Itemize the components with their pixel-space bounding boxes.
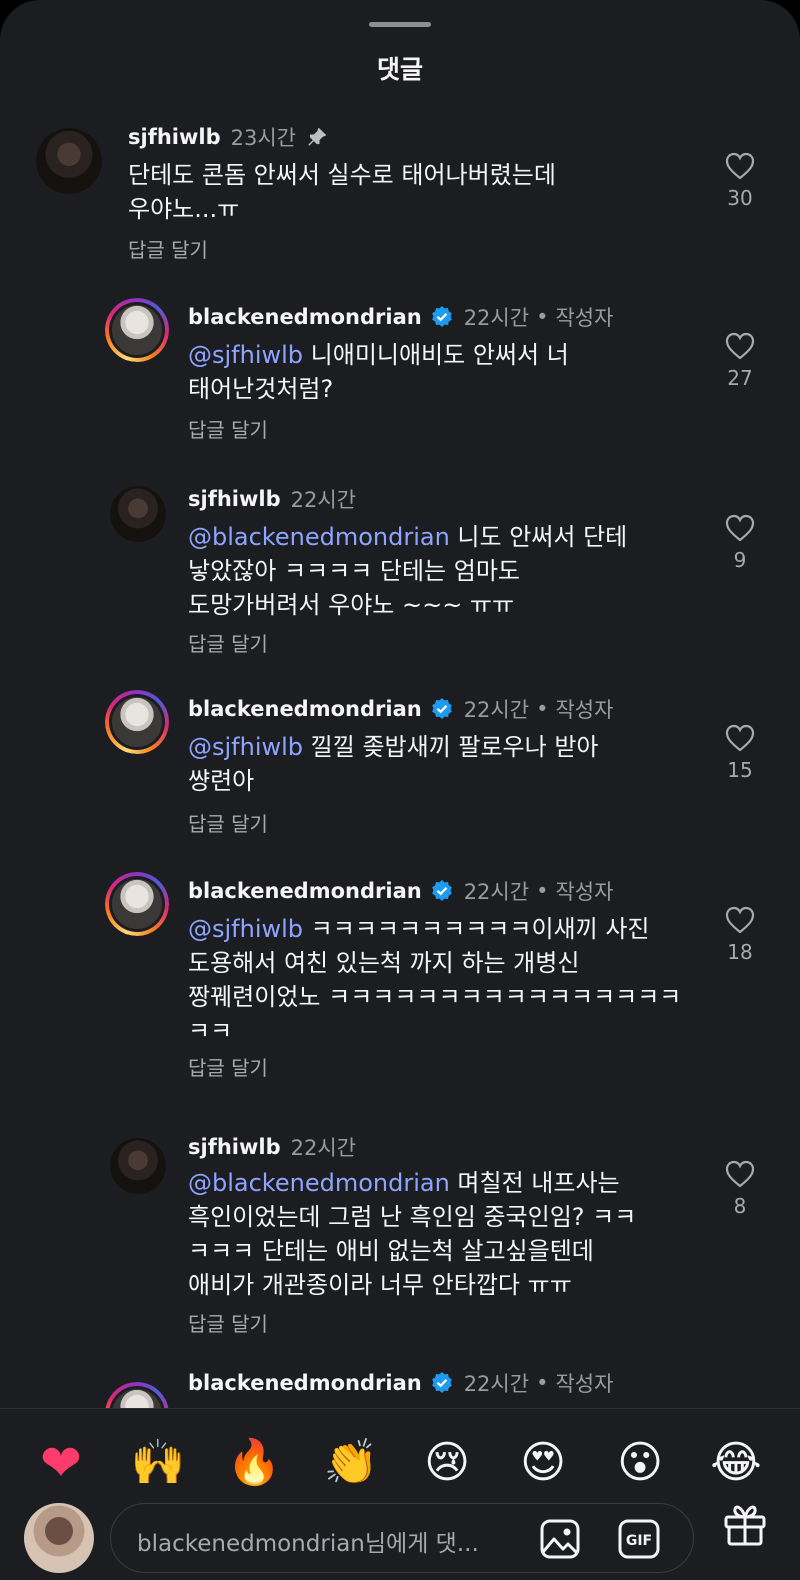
current-user-avatar — [24, 1503, 94, 1573]
heart-outline-icon — [725, 724, 755, 752]
heart-outline-icon — [725, 514, 755, 542]
avatar[interactable] — [105, 1382, 169, 1408]
author-badge: 작성자 — [555, 880, 614, 904]
like-count: 15 — [727, 758, 753, 782]
comment-text: @blackenedmondrian 니도 안써서 단테 낳았잖아 ㅋㅋㅋㅋ 단… — [188, 523, 628, 619]
svg-text:GIF: GIF — [626, 1533, 652, 1549]
verified-badge-icon — [431, 1372, 452, 1393]
comment-time: 22시간 — [463, 306, 530, 330]
reply-button[interactable]: 답글 달기 — [128, 234, 208, 263]
author-badge: 작성자 — [555, 306, 614, 330]
like-button[interactable]: 18 — [715, 906, 765, 964]
comment-item: sjfhiwlb 22시간 @blackenedmondrian 니도 안써서 … — [0, 460, 800, 670]
author-badge: 작성자 — [555, 1372, 614, 1396]
comment-composer: ❤ 🙌 🔥 👏 😢 😍 😮 😂 blackenedmondrian님에게 댓..… — [0, 1408, 800, 1580]
comment-time: 23시간 — [230, 126, 296, 150]
comment-username[interactable]: blackenedmondrian — [188, 697, 422, 721]
comment-time: 22시간 — [463, 698, 530, 722]
verified-badge-icon — [431, 306, 452, 327]
comment-item: blackenedmondrian 22시간 • 작성자 — [0, 1364, 800, 1408]
heart-outline-icon — [725, 906, 755, 934]
reaction-clap[interactable]: 👏 — [323, 1435, 379, 1491]
gift-icon[interactable] — [722, 1501, 768, 1547]
like-button[interactable]: 8 — [715, 1160, 765, 1218]
sheet-grabber[interactable] — [369, 22, 431, 27]
comment-item: blackenedmondrian 22시간 • 작성자 @sjfhiwlb 낄… — [0, 672, 800, 852]
gif-icon[interactable]: GIF — [617, 1518, 661, 1560]
image-icon[interactable] — [539, 1518, 581, 1560]
reaction-heart[interactable]: ❤ — [33, 1435, 89, 1491]
comment-item: sjfhiwlb 22시간 @blackenedmondrian 며칠전 내프사… — [0, 1112, 800, 1362]
comment-username[interactable]: sjfhiwlb — [188, 1135, 281, 1159]
comment-time: 22시간 — [463, 1372, 530, 1396]
comment-text: 단테도 콘돔 안써서 실수로 태어나버렸는데 우야노...ㅠ — [128, 161, 556, 223]
comment-input-placeholder: blackenedmondrian님에게 댓... — [137, 1531, 479, 1557]
avatar[interactable] — [105, 690, 169, 754]
reply-button[interactable]: 답글 달기 — [188, 1308, 268, 1337]
reply-button[interactable]: 답글 달기 — [188, 628, 268, 657]
comment-text: @blackenedmondrian 며칠전 내프사는 흑인이었는데 그럼 난 … — [188, 1169, 637, 1299]
reply-button[interactable]: 답글 달기 — [188, 414, 268, 443]
comment-time: 22시간 — [463, 880, 530, 904]
like-count: 18 — [727, 940, 753, 964]
mention-link[interactable]: @blackenedmondrian — [188, 1169, 450, 1197]
comment-list[interactable]: sjfhiwlb 23시간 단테도 콘돔 안써서 실수로 태어나버렸는데 우야노… — [0, 110, 800, 1408]
like-button[interactable]: 9 — [715, 514, 765, 572]
verified-badge-icon — [431, 880, 452, 901]
reaction-crying[interactable]: 😢 — [419, 1435, 475, 1491]
comment-username[interactable]: blackenedmondrian — [188, 879, 422, 903]
sheet-title: 댓글 — [376, 55, 423, 84]
like-count: 8 — [733, 1194, 747, 1218]
comment-time: 22시간 — [290, 488, 356, 512]
comment-input[interactable]: blackenedmondrian님에게 댓... GIF — [110, 1503, 694, 1573]
reaction-heart-eyes[interactable]: 😍 — [515, 1435, 571, 1491]
mention-link[interactable]: @sjfhiwlb — [188, 915, 303, 943]
comment-item: blackenedmondrian 22시간 • 작성자 @sjfhiwlb ㅋ… — [0, 854, 800, 1104]
avatar[interactable] — [110, 486, 166, 542]
comment-text: @sjfhiwlb ㅋㅋㅋㅋㅋㅋㅋㅋㅋㅋ이새끼 사진 도용해서 여친 있는척 까… — [188, 915, 682, 1045]
heart-outline-icon — [725, 1160, 755, 1188]
comment-text: @sjfhiwlb 니애미니애비도 안써서 너 태어난것처럼? — [188, 341, 569, 403]
like-button[interactable]: 15 — [715, 724, 765, 782]
comment-username[interactable]: sjfhiwlb — [128, 125, 221, 149]
avatar[interactable] — [110, 1138, 166, 1194]
comment-username[interactable]: blackenedmondrian — [188, 1371, 422, 1395]
like-button[interactable]: 30 — [715, 152, 765, 210]
reaction-laughing[interactable]: 😂 — [708, 1435, 764, 1491]
comment-item: sjfhiwlb 23시간 단테도 콘돔 안써서 실수로 태어나버렸는데 우야노… — [0, 110, 800, 280]
comment-username[interactable]: sjfhiwlb — [188, 487, 281, 511]
reaction-raised-hands[interactable]: 🙌 — [130, 1435, 186, 1491]
like-count: 27 — [727, 366, 753, 390]
avatar[interactable] — [105, 298, 169, 362]
reply-button[interactable]: 답글 달기 — [188, 808, 268, 837]
comment-time: 22시간 — [290, 1136, 356, 1160]
heart-outline-icon — [725, 152, 755, 180]
pin-icon — [308, 128, 326, 146]
avatar[interactable] — [105, 872, 169, 936]
heart-outline-icon — [725, 332, 755, 360]
mention-link[interactable]: @sjfhiwlb — [188, 341, 303, 369]
like-count: 30 — [727, 186, 753, 210]
reaction-fire[interactable]: 🔥 — [226, 1435, 282, 1491]
comment-username[interactable]: blackenedmondrian — [188, 305, 422, 329]
avatar[interactable] — [36, 128, 102, 194]
comment-item: blackenedmondrian 22시간 • 작성자 @sjfhiwlb 니… — [0, 280, 800, 460]
mention-link[interactable]: @sjfhiwlb — [188, 733, 303, 761]
mention-link[interactable]: @blackenedmondrian — [188, 523, 450, 551]
reply-button[interactable]: 답글 달기 — [188, 1052, 268, 1081]
author-badge: 작성자 — [555, 698, 614, 722]
comments-sheet: 댓글 sjfhiwlb 23시간 단테도 콘돔 안써서 실수로 태어나버렸는데 … — [0, 0, 800, 1580]
like-count: 9 — [733, 548, 747, 572]
reaction-surprised[interactable]: 😮 — [612, 1435, 668, 1491]
comment-text: @sjfhiwlb 낄낄 좆밥새끼 팔로우나 받아 썅련아 — [188, 733, 599, 795]
verified-badge-icon — [431, 698, 452, 719]
like-button[interactable]: 27 — [715, 332, 765, 390]
